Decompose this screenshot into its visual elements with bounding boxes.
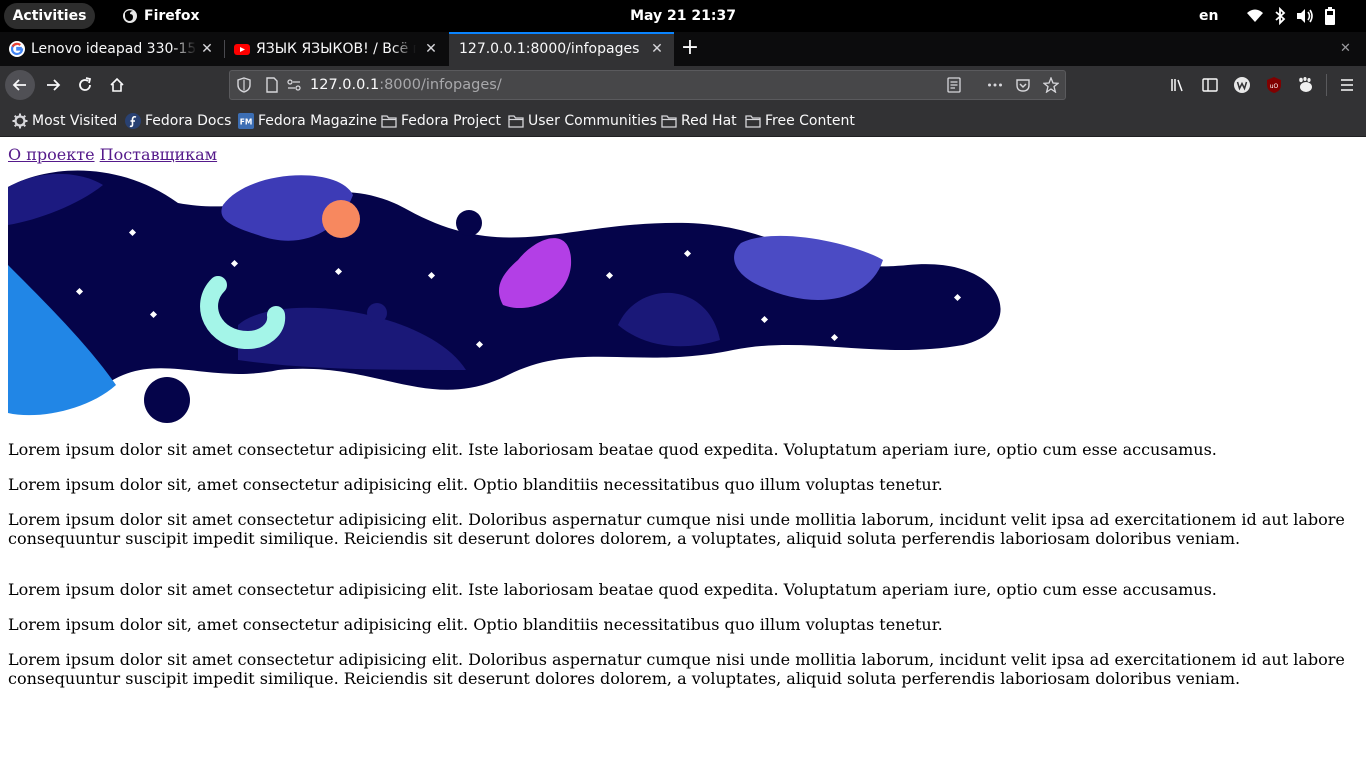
bookmark-label: Fedora Docs [145, 112, 232, 129]
bookmark-free-content[interactable]: Free Content [745, 104, 855, 137]
url-path: :8000/infopages/ [379, 77, 502, 93]
bookmark-user-communities[interactable]: User Communities [508, 104, 657, 137]
paragraph-2: Lorem ipsum dolor sit, amet consectetur … [8, 475, 943, 494]
youtube-icon [234, 44, 250, 55]
hero-moon-small [367, 303, 387, 323]
permissions-icon[interactable] [286, 77, 302, 93]
page-content: О проекте Поставщикам Lorem ipsum dolor … [0, 137, 1366, 768]
folder-icon [661, 114, 677, 128]
bookmark-star-icon[interactable] [1043, 77, 1059, 93]
hero-illustration [8, 170, 1001, 423]
bookmark-label: Most Visited [32, 112, 118, 129]
forward-button[interactable] [38, 70, 68, 100]
bookmark-red-hat[interactable]: Red Hat [661, 104, 737, 137]
bookmark-fedora-project[interactable]: Fedora Project [381, 104, 501, 137]
language-indicator[interactable]: en [1199, 0, 1218, 32]
toolbar-separator [1326, 74, 1327, 96]
new-tab-button[interactable]: + [680, 37, 700, 59]
close-tab-icon[interactable]: ✕ [199, 41, 215, 57]
paragraph-6: Lorem ipsum dolor sit amet consectetur a… [8, 650, 1345, 688]
tab-youtube[interactable]: ЯЗЫК ЯЗЫКОВ! / Всё пр ✕ [225, 32, 449, 66]
hamburger-menu-icon[interactable] [1339, 77, 1355, 93]
url-text[interactable]: 127.0.0.1:8000/infopages/ [310, 71, 502, 99]
gear-icon [12, 113, 28, 128]
fm-icon: FM [238, 112, 254, 129]
fedora-icon [125, 112, 141, 129]
navigation-toolbar: 127.0.0.1:8000/infopages/ uO [0, 66, 1366, 104]
pocket-icon[interactable] [1015, 77, 1031, 93]
hero-moon-top [456, 210, 482, 236]
ublock-origin-icon[interactable]: uO [1266, 77, 1282, 93]
extension-w-icon[interactable] [1234, 77, 1250, 93]
close-tab-icon[interactable]: ✕ [649, 41, 665, 57]
bookmark-label: Fedora Project [401, 112, 502, 129]
hero-orange-planet [322, 200, 360, 238]
bookmark-label: Free Content [765, 112, 855, 129]
activities-button[interactable]: Activities [4, 3, 95, 29]
bookmark-label: Fedora Magazine [258, 112, 377, 129]
folder-icon [381, 114, 397, 128]
forward-arrow-icon [47, 79, 61, 91]
hero-moon-bottom [144, 377, 190, 423]
app-name: Firefox [144, 8, 200, 24]
svg-text:uO: uO [1270, 83, 1279, 90]
library-icon[interactable] [1170, 77, 1186, 93]
close-window-icon[interactable]: ✕ [1340, 41, 1351, 56]
system-top-bar: Activities Firefox May 21 21:37 en [0, 0, 1366, 32]
app-menu[interactable]: Firefox [122, 0, 200, 32]
tab-title: ЯЗЫК ЯЗЫКОВ! / Всё пр [256, 41, 416, 57]
bookmark-fedora-magazine[interactable]: FM Fedora Magazine [238, 104, 377, 137]
google-icon [9, 41, 25, 57]
reader-view-icon[interactable] [946, 77, 962, 93]
back-button[interactable] [5, 70, 35, 100]
folder-icon [508, 114, 524, 128]
bookmark-most-visited[interactable]: Most Visited [12, 104, 117, 137]
paragraph-5: Lorem ipsum dolor sit, amet consectetur … [8, 615, 943, 634]
reload-icon [79, 77, 92, 91]
tab-title: Lenovo ideapad 330-15IGM [31, 41, 197, 57]
bluetooth-icon [1275, 7, 1286, 25]
svg-text:FM: FM [240, 117, 253, 126]
home-icon [110, 77, 124, 92]
bookmark-label: Red Hat [681, 112, 737, 129]
system-tray[interactable] [1246, 6, 1336, 26]
bookmark-fedora-docs[interactable]: Fedora Docs [125, 104, 231, 137]
page-icon[interactable] [264, 77, 280, 93]
about-project-link[interactable]: О проекте [8, 145, 95, 164]
paragraph-4: Lorem ipsum dolor sit amet consectetur a… [8, 580, 1217, 599]
bookmark-label: User Communities [528, 112, 657, 129]
back-arrow-icon [12, 79, 26, 91]
gnome-extension-icon[interactable] [1298, 77, 1314, 93]
page-nav: О проекте Поставщикам [8, 145, 217, 164]
paragraph-1: Lorem ipsum dolor sit amet consectetur a… [8, 440, 1217, 459]
url-bar[interactable]: 127.0.0.1:8000/infopages/ [229, 70, 1066, 100]
sidebar-icon[interactable] [1202, 77, 1218, 93]
tab-lenovo[interactable]: Lenovo ideapad 330-15IGM ✕ [0, 32, 224, 66]
reload-button[interactable] [70, 70, 100, 100]
paragraph-3: Lorem ipsum dolor sit amet consectetur a… [8, 510, 1345, 548]
volume-icon [1297, 9, 1313, 23]
suppliers-link[interactable]: Поставщикам [100, 145, 217, 164]
page-actions-icon[interactable] [987, 77, 1003, 93]
firefox-icon [123, 9, 137, 23]
bookmarks-toolbar: Most Visited Fedora Docs FM Fedora Magaz… [0, 104, 1366, 137]
tab-title: 127.0.0.1:8000/infopages/ [459, 41, 639, 57]
home-button[interactable] [102, 70, 132, 100]
shield-icon[interactable] [236, 77, 252, 93]
folder-icon [745, 114, 761, 128]
url-host: 127.0.0.1 [310, 77, 380, 93]
tab-infopages[interactable]: 127.0.0.1:8000/infopages/ ✕ [449, 32, 674, 66]
wifi-icon [1247, 9, 1263, 22]
close-tab-icon[interactable]: ✕ [423, 41, 439, 57]
battery-icon [1325, 7, 1335, 25]
clock[interactable]: May 21 21:37 [630, 8, 736, 24]
